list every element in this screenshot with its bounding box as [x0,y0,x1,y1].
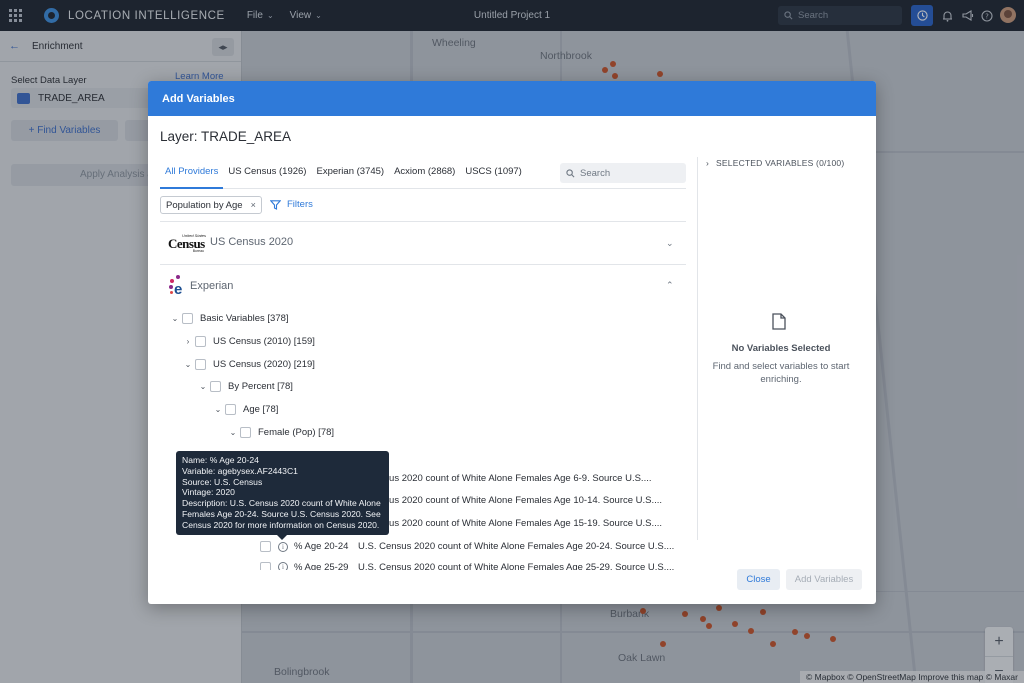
tree-item-label: US Census (2020) [219] [213,359,315,370]
census-logo: United States Census Bureau [168,233,206,253]
tree-item-label: Age [78] [243,404,279,415]
provider-name: US Census 2020 [210,236,294,248]
checkbox[interactable] [225,404,236,415]
tooltip-variable: Variable: agebysex.AF2443C1 [182,465,298,476]
provider-experian[interactable]: e Experian [168,275,234,298]
file-icon [772,313,786,330]
tree-item-label: US Census (2010) [159] [213,336,315,347]
variable-row[interactable]: nsus 2020 count of White Alone Females A… [379,518,662,529]
tree-item-label: Basic Variables [378] [200,313,289,324]
tooltip-name: Name: % Age 20-24 [182,455,259,465]
modal-header: Add Variables [148,81,876,116]
chevron-down-icon[interactable]: ⌄ [196,382,210,391]
layer-title: Layer: TRADE_AREA [160,129,292,144]
variable-search-input[interactable]: Search [560,163,686,183]
chevron-up-icon[interactable]: ⌃ [666,280,674,291]
tab-uscs[interactable]: USCS (1097) [460,157,527,189]
variable-description: nsus 2020 count of White Alone Females A… [379,495,663,506]
empty-state-title: No Variables Selected [731,343,831,354]
tree-item[interactable]: › US Census (2010) [159] [181,336,315,347]
filters-label: Filters [287,199,313,210]
tab-all-providers[interactable]: All Providers [160,157,224,189]
variable-name: % Age 25-29 [294,562,349,570]
chevron-down-icon[interactable]: ⌄ [211,405,225,414]
checkbox[interactable] [182,313,193,324]
checkbox[interactable] [260,541,271,552]
divider [697,157,698,540]
selected-variables-header[interactable]: › SELECTED VARIABLES (0/100) [706,158,844,168]
variable-description: U.S. Census 2020 count of White Alone Fe… [358,562,675,570]
chevron-down-icon[interactable]: ⌄ [181,360,195,369]
divider [160,264,686,265]
tree-item-label: Female (Pop) [78] [258,427,335,438]
tree-item[interactable]: ⌄ Basic Variables [378] [168,313,289,324]
provider-name: Experian [190,280,234,292]
filter-chip: Population by Age × [160,196,262,214]
variable-name: % Age 20-24 [294,541,349,552]
variable-tooltip: Name: % Age 20-24 Variable: agebysex.AF2… [176,451,389,540]
filters-button[interactable]: Filters [270,199,313,210]
chevron-down-icon[interactable]: ⌄ [168,314,182,323]
filter-chip-label: Population by Age [166,199,243,211]
checkbox[interactable] [195,359,206,370]
variable-row[interactable]: i % Age 20-24 U.S. Census 2020 count of … [260,541,674,552]
tab-us-census[interactable]: US Census (1926) [223,157,311,189]
tooltip-vintage: Vintage: 2020 [182,487,235,498]
experian-logo: e [168,275,186,298]
tooltip-source: Source: U.S. Census [182,476,263,487]
variable-row[interactable]: nsus 2020 count of White Alone Females A… [379,495,662,506]
chevron-right-icon: › [706,158,710,168]
filter-icon [270,199,281,210]
checkbox[interactable] [210,381,221,392]
checkbox[interactable] [240,427,251,438]
tab-acxiom[interactable]: Acxiom (2868) [389,157,460,189]
variable-row[interactable]: i % Age 25-29 U.S. Census 2020 count of … [260,562,674,570]
tree-item-label: By Percent [78] [228,381,293,392]
tab-experian[interactable]: Experian (3745) [311,157,389,189]
chevron-down-icon[interactable]: ⌄ [226,428,240,437]
chevron-right-icon[interactable]: › [181,337,195,346]
variable-row[interactable]: nsus 2020 count of White Alone Females A… [379,473,652,484]
tooltip-description: Description: U.S. Census 2020 count of W… [182,498,381,530]
close-button[interactable]: Close [737,569,780,590]
empty-state-subtitle: Find and select variables to start enric… [712,361,850,385]
checkbox[interactable] [260,562,271,570]
add-variables-button[interactable]: Add Variables [786,569,862,590]
variable-description: nsus 2020 count of White Alone Females A… [379,518,663,529]
variable-description: nsus 2020 count of White Alone Females A… [379,473,652,484]
census-logo-bottom: Bureau [192,249,204,253]
checkbox[interactable] [195,336,206,347]
chevron-down-icon[interactable]: ⌄ [666,238,674,249]
info-icon[interactable]: i [278,541,288,552]
info-icon[interactable]: i [278,562,288,570]
divider [160,221,686,222]
selected-variables-label: SELECTED VARIABLES (0/100) [716,158,845,168]
provider-us-census[interactable]: United States Census Bureau US Census 20… [168,233,294,253]
tree-item[interactable]: ⌄ By Percent [78] [196,381,293,392]
search-icon [566,168,575,177]
variable-description: U.S. Census 2020 count of White Alone Fe… [358,541,675,552]
tree-item[interactable]: ⌄ Female (Pop) [78] [226,427,334,438]
variable-search-placeholder: Search [580,167,611,179]
tree-item[interactable]: ⌄ US Census (2020) [219] [181,359,315,370]
tree-item[interactable]: ⌄ Age [78] [211,404,278,415]
close-icon[interactable]: × [251,200,256,210]
